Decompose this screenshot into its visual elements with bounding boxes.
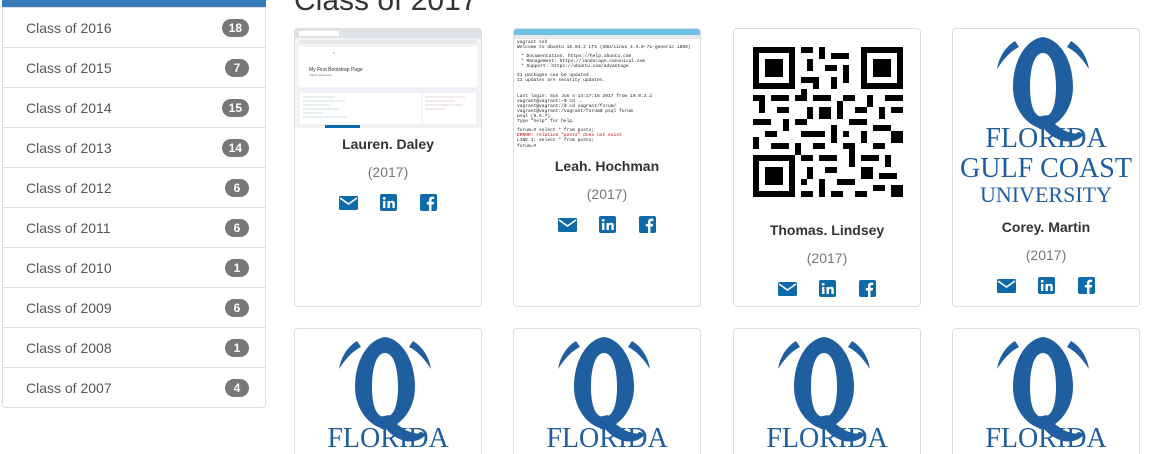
svg-text:Type "help" for help.: Type "help" for help. <box>517 118 575 124</box>
qr-code-image <box>753 47 903 197</box>
facebook-icon[interactable] <box>638 216 657 233</box>
student-year: (2017) <box>367 164 409 180</box>
facebook-icon[interactable] <box>1077 277 1096 294</box>
sidebar-item-2015[interactable]: Class of 2015 7 <box>3 47 265 87</box>
profile-photo: ⌂ My First Bootstrap Page This is some t… <box>295 29 481 128</box>
profile-card[interactable]: FLORIDA GULF COAST UNIVERSITY Corey. Mar… <box>952 28 1140 307</box>
svg-text:UNIVERSITY: UNIVERSITY <box>980 182 1112 207</box>
profile-card[interactable]: FLORIDA <box>952 328 1140 454</box>
count-badge: 6 <box>225 298 249 317</box>
sidebar-item-2008[interactable]: Class of 2008 1 <box>3 327 265 367</box>
count-badge: 15 <box>221 98 249 117</box>
count-badge: 6 <box>225 178 249 197</box>
sidebar-item-2007[interactable]: Class of 2007 4 <box>3 367 265 407</box>
facebook-icon[interactable] <box>419 194 438 211</box>
sidebar-item-label: Class of 2010 <box>26 259 112 276</box>
student-name: Lauren. Daley <box>342 136 434 152</box>
email-icon[interactable] <box>338 194 358 211</box>
sidebar-item-label: Class of 2016 <box>26 19 112 36</box>
svg-text:FLORIDA: FLORIDA <box>546 423 668 454</box>
sidebar-item-label: Class of 2012 <box>26 179 112 196</box>
sidebar-item-2016[interactable]: Class of 2016 18 <box>3 7 265 47</box>
sidebar-item-label: Class of 2013 <box>26 139 112 156</box>
linkedin-icon[interactable] <box>818 280 837 297</box>
profile-card[interactable]: FLORIDA <box>294 328 482 454</box>
email-icon[interactable] <box>996 277 1016 294</box>
fgcu-logo-image: FLORIDA GULF COAST UNIVERSITY <box>960 37 1132 207</box>
page-title: Class of 2017 <box>294 0 478 17</box>
student-name: Thomas. Lindsey <box>769 222 885 238</box>
email-icon[interactable] <box>777 280 797 297</box>
svg-text:* Support: https://ubun: * Support: https://ubuntu.com/advantage <box>521 63 629 69</box>
sidebar-item-2014[interactable]: Class of 2014 15 <box>3 87 265 127</box>
profile-card[interactable]: Thomas. Lindsey (2017) <box>733 28 921 307</box>
sidebar-item-label: Class of 2014 <box>26 99 112 116</box>
linkedin-icon[interactable] <box>598 216 617 233</box>
svg-text:Welcome to Ubuntu 16.04.2 LTS: Welcome to Ubuntu 16.04.2 LTS (GNU/Linux… <box>517 44 691 50</box>
svg-text:⌂: ⌂ <box>333 51 335 55</box>
sidebar-item-label: Class of 2009 <box>26 299 112 316</box>
svg-text:FLORIDA: FLORIDA <box>985 123 1107 154</box>
fgcu-logo-image: FLORIDA <box>985 337 1107 454</box>
svg-text:GULF COAST: GULF COAST <box>960 153 1132 184</box>
fgcu-logo-image: FLORIDA <box>766 337 888 454</box>
facebook-icon[interactable] <box>858 280 877 297</box>
student-name: Leah. Hochman <box>554 158 660 174</box>
thumb-subtitle: This is some text. <box>309 73 333 77</box>
sidebar-item-2012[interactable]: Class of 2012 6 <box>3 167 265 207</box>
count-badge: 7 <box>225 58 249 77</box>
sidebar-item-2011[interactable]: Class of 2011 6 <box>3 207 265 247</box>
profile-card[interactable]: ⌂ My First Bootstrap Page This is some t… <box>294 28 482 307</box>
profile-card[interactable]: vagrant ssh Welcome to Ubuntu 16.04.2 LT… <box>513 28 701 307</box>
fgcu-logo-image: FLORIDA <box>546 337 668 454</box>
count-badge: 14 <box>221 138 249 157</box>
student-year: (2017) <box>806 250 848 266</box>
svg-text:FLORIDA: FLORIDA <box>985 423 1107 454</box>
sidebar-item-2013[interactable]: Class of 2013 14 <box>3 127 265 167</box>
sidebar-item-2009[interactable]: Class of 2009 6 <box>3 287 265 327</box>
count-badge: 1 <box>225 338 249 357</box>
email-icon[interactable] <box>557 216 577 233</box>
sidebar-item-label: Class of 2015 <box>26 59 112 76</box>
svg-text:FLORIDA: FLORIDA <box>327 423 449 454</box>
active-item-bar[interactable] <box>2 0 266 7</box>
profile-card[interactable]: FLORIDA <box>513 328 701 454</box>
class-year-list: Class of 2016 18 Class of 2015 7 Class of … <box>2 0 266 408</box>
sidebar-item-label: Class of 2008 <box>26 339 112 356</box>
svg-text:FLORIDA: FLORIDA <box>766 423 888 454</box>
svg-text:forum=#: forum=# <box>517 143 537 149</box>
linkedin-icon[interactable] <box>1037 277 1056 294</box>
sidebar-item-label: Class of 2007 <box>26 379 112 396</box>
student-year: (2017) <box>1025 247 1067 263</box>
linkedin-icon[interactable] <box>379 194 398 211</box>
svg-text:11 updates are security update: 11 updates are security updates. <box>517 77 605 83</box>
svg-text:LINE 1: select * from posts;: LINE 1: select * from posts; <box>517 137 594 143</box>
profile-card[interactable]: FLORIDA <box>733 328 921 454</box>
count-badge: 4 <box>225 378 249 397</box>
count-badge: 6 <box>225 218 249 237</box>
student-year: (2017) <box>586 186 628 202</box>
student-name: Corey. Martin <box>1001 219 1091 235</box>
profile-photo: vagrant ssh Welcome to Ubuntu 16.04.2 LT… <box>514 29 700 150</box>
fgcu-logo-image: FLORIDA <box>327 337 449 454</box>
count-badge: 1 <box>225 258 249 277</box>
sidebar-item-label: Class of 2011 <box>26 219 111 236</box>
sidebar-item-2010[interactable]: Class of 2010 1 <box>3 247 265 287</box>
count-badge: 18 <box>221 18 249 37</box>
